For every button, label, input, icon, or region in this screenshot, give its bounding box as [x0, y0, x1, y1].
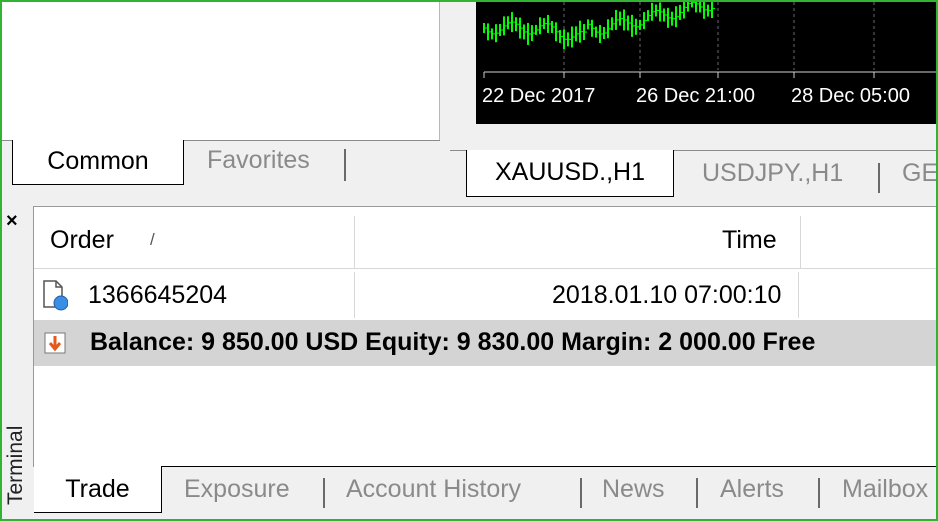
tab-account-history[interactable]: Account History [346, 475, 521, 504]
x-tick-label: 28 Dec 05:00 [791, 85, 910, 107]
column-divider [798, 272, 799, 318]
header-divider [34, 268, 936, 269]
chart-tab-bar: XAUUSD.,H1 USDJPY.,H1 GE [450, 150, 938, 201]
x-tick-label: 26 Dec 21:00 [636, 85, 755, 107]
column-header-order[interactable]: Order [50, 226, 114, 255]
balance-summary-text: Balance: 9 850.00 USD Equity: 9 830.00 M… [90, 328, 816, 356]
tab-trade[interactable]: Trade [34, 466, 162, 513]
x-axis-ticks [483, 72, 875, 78]
pending-order-icon [43, 280, 68, 311]
price-bars [483, 2, 715, 50]
tab-common[interactable]: Common [12, 140, 184, 185]
tab-xauusd-h1[interactable]: XAUUSD.,H1 [466, 150, 674, 197]
order-time: 2018.01.10 07:00:10 [552, 281, 782, 309]
chart-grid [563, 2, 875, 70]
terminal-tab-bar: Trade Exposure Account History News Aler… [34, 466, 936, 520]
trade-table-header: Order / Time [34, 216, 936, 268]
tab-favorites[interactable]: Favorites [207, 146, 310, 175]
balance-arrow-icon [44, 332, 66, 354]
column-divider[interactable] [800, 216, 801, 268]
table-row[interactable]: 1366645204 2018.01.10 07:00:10 [34, 272, 936, 318]
tab-exposure[interactable]: Exposure [184, 475, 290, 504]
tab-separator [696, 478, 698, 508]
column-divider [354, 272, 355, 318]
tab-mailbox[interactable]: Mailbox [842, 475, 928, 504]
navigator-tab-bar: Common Favorites [2, 140, 440, 193]
tab-separator [580, 478, 582, 508]
column-header-time[interactable]: Time [722, 226, 777, 255]
tab-ge[interactable]: GE [902, 159, 938, 188]
tab-usdjpy-h1[interactable]: USDJPY.,H1 [702, 159, 843, 188]
order-id: 1366645204 [88, 281, 228, 309]
tab-separator [878, 163, 880, 193]
price-chart-svg: 22 Dec 2017 26 Dec 21:00 28 Dec 05:00 [482, 2, 936, 107]
terminal-label: Terminal [4, 425, 27, 505]
sort-indicator: / [150, 230, 155, 249]
tab-separator [344, 149, 346, 181]
tab-separator [323, 478, 325, 508]
balance-summary-row[interactable]: Balance: 9 850.00 USD Equity: 9 830.00 M… [34, 320, 936, 366]
close-icon[interactable]: × [6, 210, 18, 233]
tab-separator [818, 478, 820, 508]
x-tick-label: 22 Dec 2017 [482, 85, 595, 107]
tab-news[interactable]: News [602, 475, 665, 504]
tab-alerts[interactable]: Alerts [720, 475, 784, 504]
price-chart[interactable]: 22 Dec 2017 26 Dec 21:00 28 Dec 05:00 [476, 2, 936, 124]
column-divider[interactable] [354, 216, 355, 268]
